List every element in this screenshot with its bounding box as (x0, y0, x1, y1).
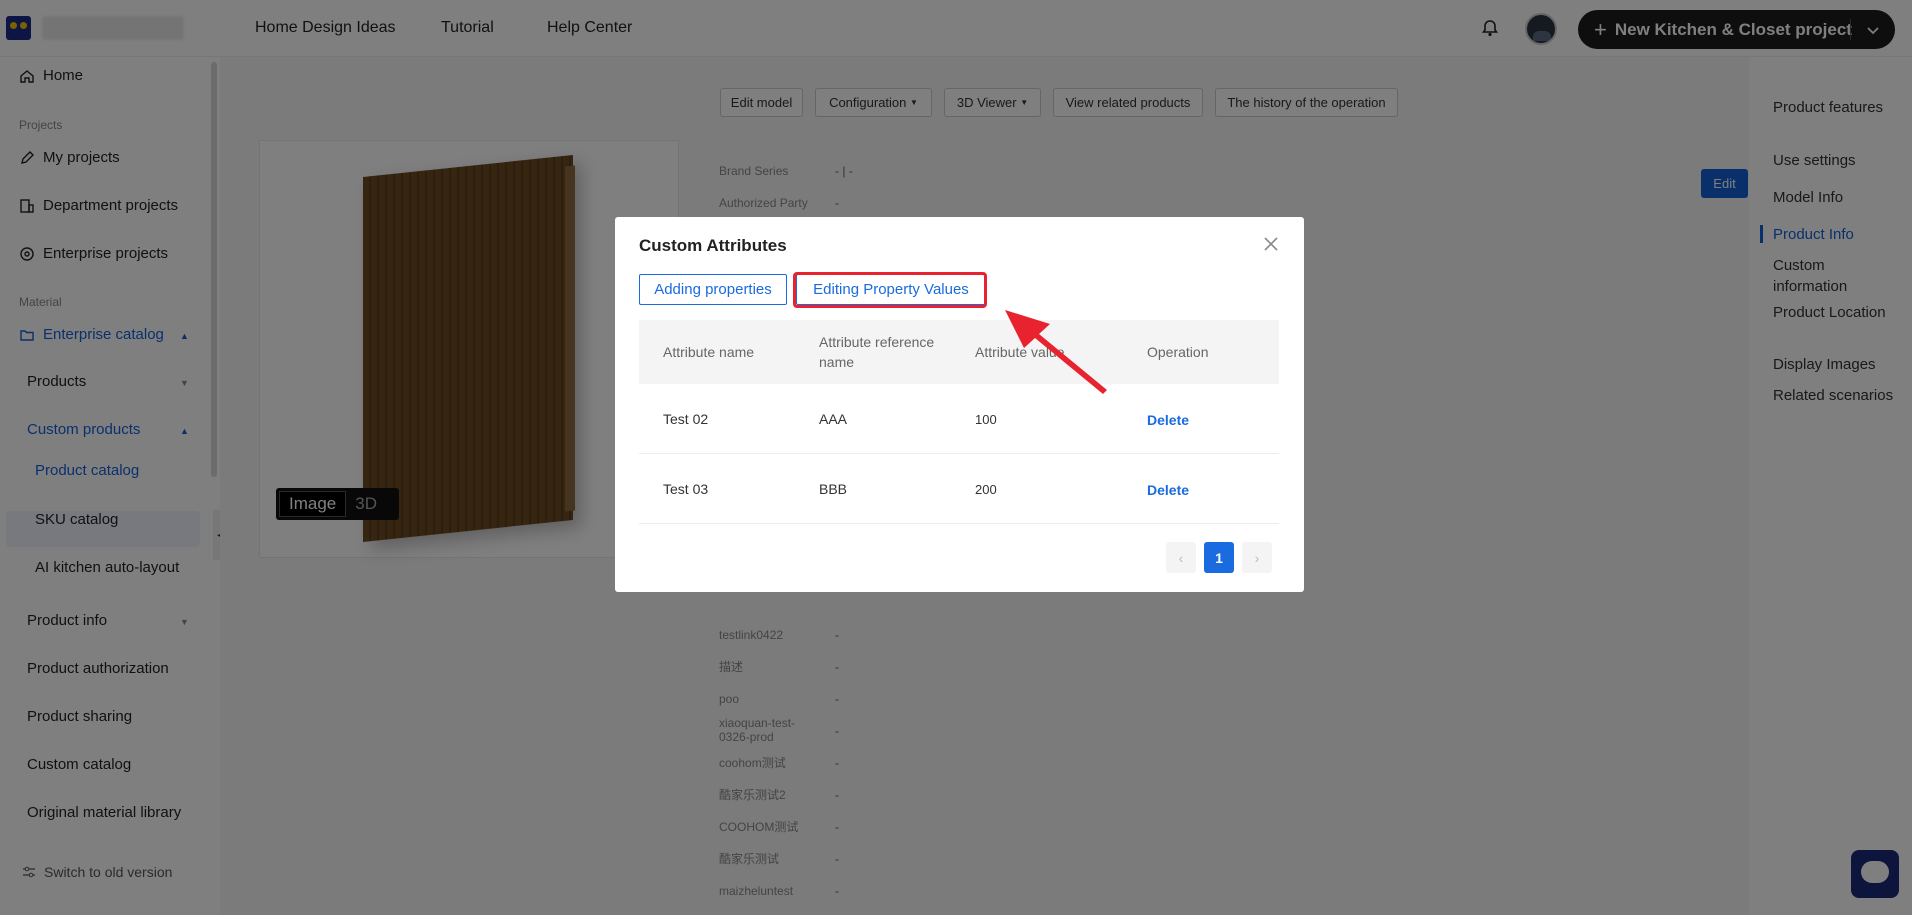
cell-reference-name: BBB (819, 481, 848, 497)
cell-attribute-value: 100 (975, 412, 997, 427)
table-row: Test 02 AAA 100 Delete (639, 384, 1279, 454)
delete-link[interactable]: Delete (1147, 482, 1189, 498)
annotation-highlight-box (793, 272, 987, 308)
pagination-prev[interactable]: ‹ (1166, 542, 1196, 573)
pagination-next[interactable]: › (1242, 542, 1272, 573)
column-attribute-value: Attribute value (975, 344, 1065, 360)
modal-title: Custom Attributes (639, 236, 787, 255)
pagination-page-current[interactable]: 1 (1204, 542, 1234, 573)
close-icon[interactable] (1261, 234, 1281, 254)
table-header: Attribute name Attribute reference name … (639, 320, 1279, 384)
column-operation: Operation (1147, 344, 1209, 360)
adding-properties-button[interactable]: Adding properties (639, 274, 787, 305)
table-row: Test 03 BBB 200 Delete (639, 454, 1279, 524)
delete-link[interactable]: Delete (1147, 412, 1189, 428)
cell-reference-name: AAA (819, 411, 848, 427)
cell-attribute-name: Test 02 (663, 411, 709, 427)
column-attribute-name: Attribute name (663, 344, 755, 360)
cell-attribute-value: 200 (975, 482, 997, 497)
cell-attribute-name: Test 03 (663, 481, 709, 497)
column-attribute-reference-name: Attribute reference name (819, 334, 935, 370)
